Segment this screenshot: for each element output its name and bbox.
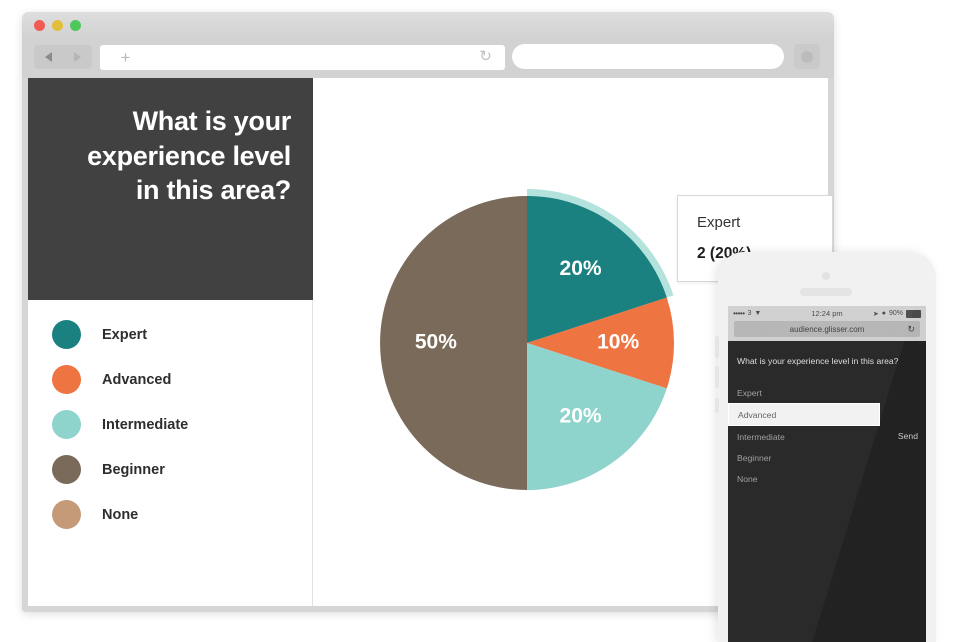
legend-item-label: Advanced xyxy=(102,371,172,388)
status-clock: 12:24 pm xyxy=(811,309,843,318)
pie-chart: 20% 10% 20% 50% xyxy=(380,189,674,490)
window-maximize-button[interactable] xyxy=(70,20,81,31)
tooltip-title: Expert xyxy=(697,214,741,231)
status-left: ••••• 3 ▼ xyxy=(733,309,793,318)
legend-item-intermediate[interactable]: Intermediate xyxy=(28,402,313,447)
browser-toolbar: + ↻ xyxy=(22,38,834,78)
location-icon: ➤ xyxy=(872,310,879,318)
legend-item-expert[interactable]: Expert xyxy=(28,312,313,357)
signal-dots-icon: ••••• xyxy=(733,309,745,318)
phone-statusbar: ••••• 3 ▼ 12:24 pm ➤ ● 90% xyxy=(728,306,926,321)
reload-icon[interactable]: ↻ xyxy=(478,49,493,64)
phone-url-input[interactable]: audience.glisser.com ↻ xyxy=(734,321,920,337)
legend-item-label: Intermediate xyxy=(102,416,189,433)
legend-item-label: Beginner xyxy=(102,461,165,478)
legend-item-none[interactable]: None xyxy=(28,492,313,537)
forward-arrow-icon[interactable] xyxy=(74,52,81,62)
browser-window: + ↻ What is your experience level in thi… xyxy=(22,12,834,612)
phone-camera-icon xyxy=(822,272,830,280)
back-arrow-icon[interactable] xyxy=(45,52,52,62)
phone-device: ••••• 3 ▼ 12:24 pm ➤ ● 90% audience.glis… xyxy=(715,252,936,642)
phone-send-button[interactable]: Send xyxy=(898,431,918,441)
profile-button[interactable] xyxy=(794,44,820,69)
status-right: ➤ ● 90% xyxy=(861,309,921,318)
legend-item-label: None xyxy=(102,506,139,523)
slide-panel: What is your experience level in this ar… xyxy=(28,78,313,606)
phone-option-none[interactable]: None xyxy=(728,468,926,489)
phone-content: What is your experience level in this ar… xyxy=(728,345,926,642)
phone-volume-up-button[interactable] xyxy=(715,336,719,358)
page-title: What is your experience level in this ar… xyxy=(87,106,291,206)
legend-swatch-icon xyxy=(52,365,81,394)
phone-url-text: audience.glisser.com xyxy=(789,324,865,334)
alarm-icon: ● xyxy=(881,310,886,317)
window-close-button[interactable] xyxy=(34,20,45,31)
pie-slice-label: 50% xyxy=(415,331,457,354)
navigation-buttons xyxy=(34,45,92,69)
window-minimize-button[interactable] xyxy=(52,20,63,31)
carrier-name: 3 xyxy=(747,310,752,317)
question-card: What is your experience level in this ar… xyxy=(28,78,313,300)
phone-option-intermediate[interactable]: Intermediate xyxy=(728,426,926,447)
battery-percent: 90% xyxy=(888,310,903,317)
phone-silent-switch[interactable] xyxy=(715,398,719,413)
wifi-icon: ▼ xyxy=(754,310,762,317)
legend-item-advanced[interactable]: Advanced xyxy=(28,357,313,402)
avatar-icon xyxy=(801,51,813,63)
legend-item-beginner[interactable]: Beginner xyxy=(28,447,313,492)
battery-icon xyxy=(906,309,921,318)
phone-option-advanced[interactable]: Advanced xyxy=(728,403,880,426)
legend-item-label: Expert xyxy=(102,326,148,343)
legend-swatch-icon xyxy=(52,320,81,349)
browser-titlebar xyxy=(22,12,834,38)
pie-slice-label: 20% xyxy=(560,257,602,280)
browser-viewport: What is your experience level in this ar… xyxy=(28,78,833,606)
search-input[interactable] xyxy=(512,44,784,69)
pie-slice-label: 20% xyxy=(560,404,602,427)
phone-option-beginner[interactable]: Beginner xyxy=(728,447,926,468)
phone-volume-down-button[interactable] xyxy=(715,366,719,388)
phone-speaker-icon xyxy=(800,288,852,296)
phone-urlbar: audience.glisser.com ↻ xyxy=(728,321,926,341)
phone-option-expert[interactable]: Expert xyxy=(728,382,926,403)
phone-question-text: What is your experience level in this ar… xyxy=(737,356,899,366)
phone-reload-icon[interactable]: ↻ xyxy=(907,324,915,335)
legend-swatch-icon xyxy=(52,500,81,529)
phone-screen: ••••• 3 ▼ 12:24 pm ➤ ● 90% audience.glis… xyxy=(728,306,926,642)
tab-strip[interactable]: + xyxy=(100,45,505,70)
legend-swatch-icon xyxy=(52,410,81,439)
pie-slice-label: 10% xyxy=(597,331,639,354)
new-tab-icon[interactable]: + xyxy=(118,49,133,66)
chart-legend: Expert Advanced Intermediate Beginner No… xyxy=(28,300,313,537)
legend-swatch-icon xyxy=(52,455,81,484)
